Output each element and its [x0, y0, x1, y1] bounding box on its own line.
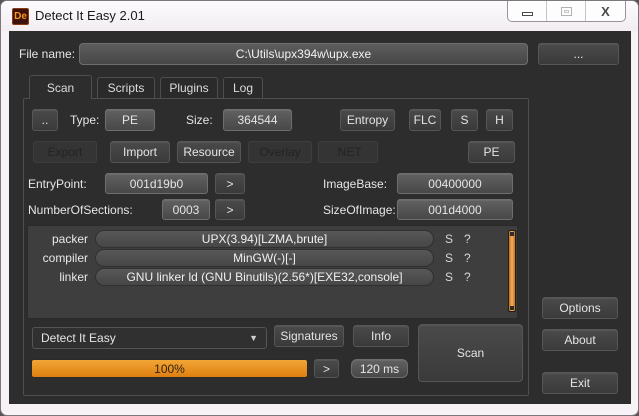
client-area: File name: C:\Utils\upx394w\upx.exe ... … — [9, 31, 631, 404]
app-icon: De — [12, 8, 29, 25]
maximize-icon — [560, 6, 572, 16]
window-title: Detect It Easy 2.01 — [35, 8, 145, 23]
close-icon: X — [601, 3, 610, 19]
maximize-button[interactable] — [547, 1, 586, 21]
app-window: De Detect It Easy 2.01 X File name: C:\U… — [0, 0, 639, 416]
tab-log[interactable]: Log — [223, 77, 263, 98]
tab-plugins[interactable]: Plugins — [160, 77, 218, 98]
file-name-label: File name: — [19, 47, 76, 61]
scan-panel — [23, 98, 529, 396]
minimize-button[interactable] — [508, 1, 547, 21]
title-bar[interactable]: De Detect It Easy 2.01 X — [1, 1, 638, 31]
close-button[interactable]: X — [586, 1, 625, 21]
browse-button[interactable]: ... — [538, 43, 619, 65]
file-path-field[interactable]: C:\Utils\upx394w\upx.exe — [79, 43, 528, 65]
about-button[interactable]: About — [542, 329, 618, 351]
exit-button[interactable]: Exit — [542, 372, 618, 394]
options-button[interactable]: Options — [542, 297, 618, 319]
window-controls: X — [507, 1, 626, 22]
minimize-icon — [521, 12, 533, 16]
tab-scripts[interactable]: Scripts — [97, 77, 155, 98]
tab-scan[interactable]: Scan — [29, 75, 92, 99]
